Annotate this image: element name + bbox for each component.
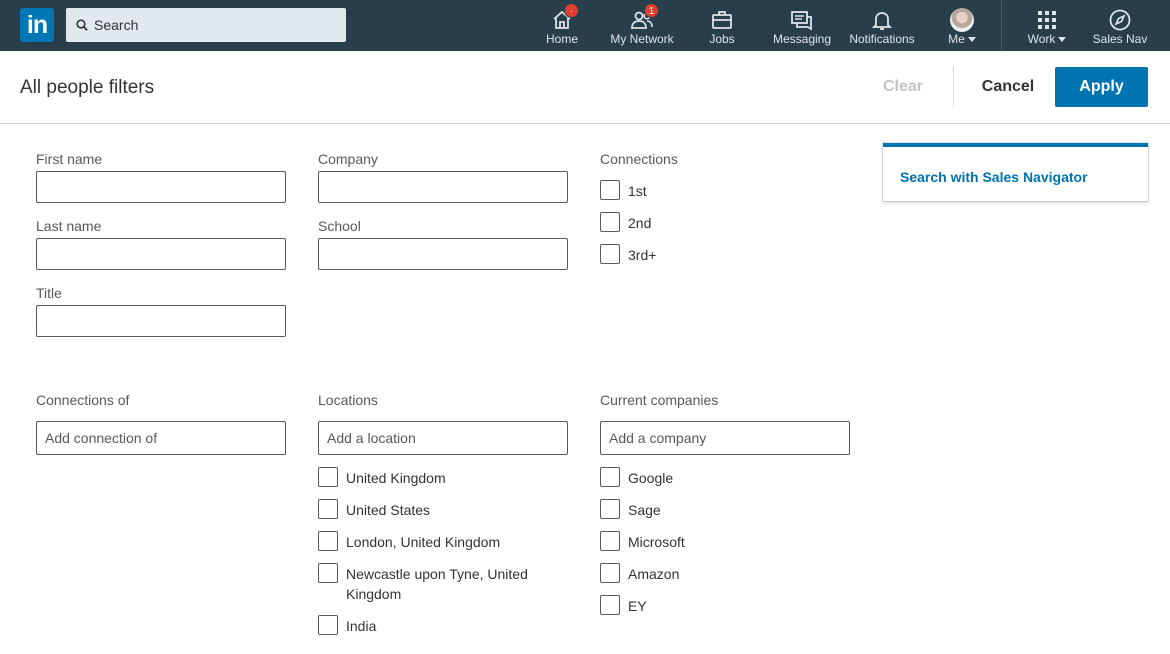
- last-name-label: Last name: [36, 218, 102, 234]
- nav-messaging-label: Messaging: [772, 32, 832, 46]
- checkbox[interactable]: [318, 615, 338, 635]
- caret-down-icon: [1058, 37, 1067, 43]
- nav-home-label: Home: [545, 32, 578, 46]
- checkbox-label: Newcastle upon Tyne, United Kingdom: [346, 566, 528, 602]
- school-label: School: [318, 218, 361, 234]
- checkbox-label: EY: [628, 598, 647, 614]
- nav-messaging[interactable]: Messaging: [766, 0, 838, 51]
- connections-label: Connections: [600, 151, 678, 167]
- home-badge: ·: [564, 3, 579, 18]
- nav-me[interactable]: Me: [938, 0, 986, 51]
- checkbox[interactable]: [318, 563, 338, 583]
- top-nav: in Search · Home 1 My Network Jobs Messa…: [0, 0, 1170, 51]
- checkbox[interactable]: [318, 531, 338, 551]
- company-input[interactable]: Add a company: [600, 421, 850, 455]
- nav-sales-nav[interactable]: Sales Nav: [1088, 0, 1152, 51]
- school-field[interactable]: [318, 238, 568, 270]
- apply-button[interactable]: Apply: [1055, 67, 1148, 107]
- checkbox-label: Amazon: [628, 566, 680, 582]
- nav-me-label: Me: [938, 32, 986, 46]
- sales-navigator-card: Search with Sales Navigator: [883, 143, 1148, 201]
- network-badge: 1: [644, 3, 659, 18]
- checkbox[interactable]: [600, 180, 620, 200]
- checkbox-label: India: [346, 618, 377, 634]
- checkbox-label: London, United Kingdom: [346, 534, 501, 550]
- checkbox[interactable]: [318, 467, 338, 487]
- checkbox-label: Google: [628, 470, 674, 486]
- checkbox-label: Sage: [628, 502, 661, 518]
- checkbox[interactable]: [600, 212, 620, 232]
- title-label: Title: [36, 285, 62, 301]
- current-companies-label: Current companies: [600, 392, 719, 408]
- checkbox[interactable]: [600, 595, 620, 615]
- checkbox[interactable]: [600, 499, 620, 519]
- clear-button[interactable]: Clear: [868, 67, 938, 107]
- checkbox[interactable]: [600, 531, 620, 551]
- first-name-label: First name: [36, 151, 103, 167]
- filters-header: All people filters Clear Cancel Apply: [0, 51, 1170, 124]
- avatar: [950, 8, 974, 32]
- nav-notifications[interactable]: Notifications: [842, 0, 922, 51]
- checkbox-label: 2nd: [628, 215, 652, 231]
- nav-home[interactable]: · Home: [532, 0, 592, 51]
- location-input[interactable]: Add a location: [318, 421, 568, 455]
- search-input[interactable]: Search: [94, 17, 138, 33]
- page-title: All people filters: [20, 77, 155, 98]
- linkedin-logo[interactable]: in: [20, 8, 54, 42]
- nav-work[interactable]: Work: [1018, 0, 1076, 51]
- company-label: Company: [318, 151, 378, 167]
- checkbox-label: 3rd+: [628, 247, 657, 263]
- search-sales-navigator-link[interactable]: Search with Sales Navigator: [900, 169, 1088, 185]
- checkbox[interactable]: [600, 467, 620, 487]
- checkbox-label: United States: [346, 502, 431, 518]
- caret-down-icon: [967, 37, 976, 43]
- checkbox-label: 1st: [628, 183, 647, 199]
- connections-of-input[interactable]: Add connection of: [36, 421, 286, 455]
- bell-icon: [871, 12, 893, 30]
- checkbox[interactable]: [318, 499, 338, 519]
- nav-my-network[interactable]: 1 My Network: [602, 0, 682, 51]
- first-name-field[interactable]: [36, 171, 286, 203]
- search-bar[interactable]: Search: [66, 8, 346, 42]
- checkbox-label: Microsoft: [628, 534, 685, 550]
- nav-sales-nav-label: Sales Nav: [1092, 32, 1148, 46]
- last-name-field[interactable]: [36, 238, 286, 270]
- header-divider: [953, 66, 954, 107]
- checkbox[interactable]: [600, 563, 620, 583]
- cancel-button[interactable]: Cancel: [966, 67, 1050, 107]
- grid-icon: [1038, 11, 1056, 29]
- nav-jobs[interactable]: Jobs: [692, 0, 752, 51]
- briefcase-icon: [712, 11, 732, 29]
- title-field[interactable]: [36, 305, 286, 337]
- locations-label: Locations: [318, 392, 378, 408]
- nav-divider: [1001, 0, 1002, 51]
- checkbox-label: United Kingdom: [346, 470, 446, 486]
- nav-my-network-label: My Network: [610, 32, 674, 46]
- nav-work-label: Work: [1018, 32, 1076, 46]
- connections-of-label: Connections of: [36, 392, 130, 408]
- company-field[interactable]: [318, 171, 568, 203]
- compass-icon: [1109, 9, 1131, 31]
- checkbox[interactable]: [600, 244, 620, 264]
- messaging-icon: [791, 11, 812, 31]
- search-icon: [76, 19, 88, 31]
- nav-jobs-label: Jobs: [709, 32, 735, 46]
- nav-notifications-label: Notifications: [849, 32, 915, 46]
